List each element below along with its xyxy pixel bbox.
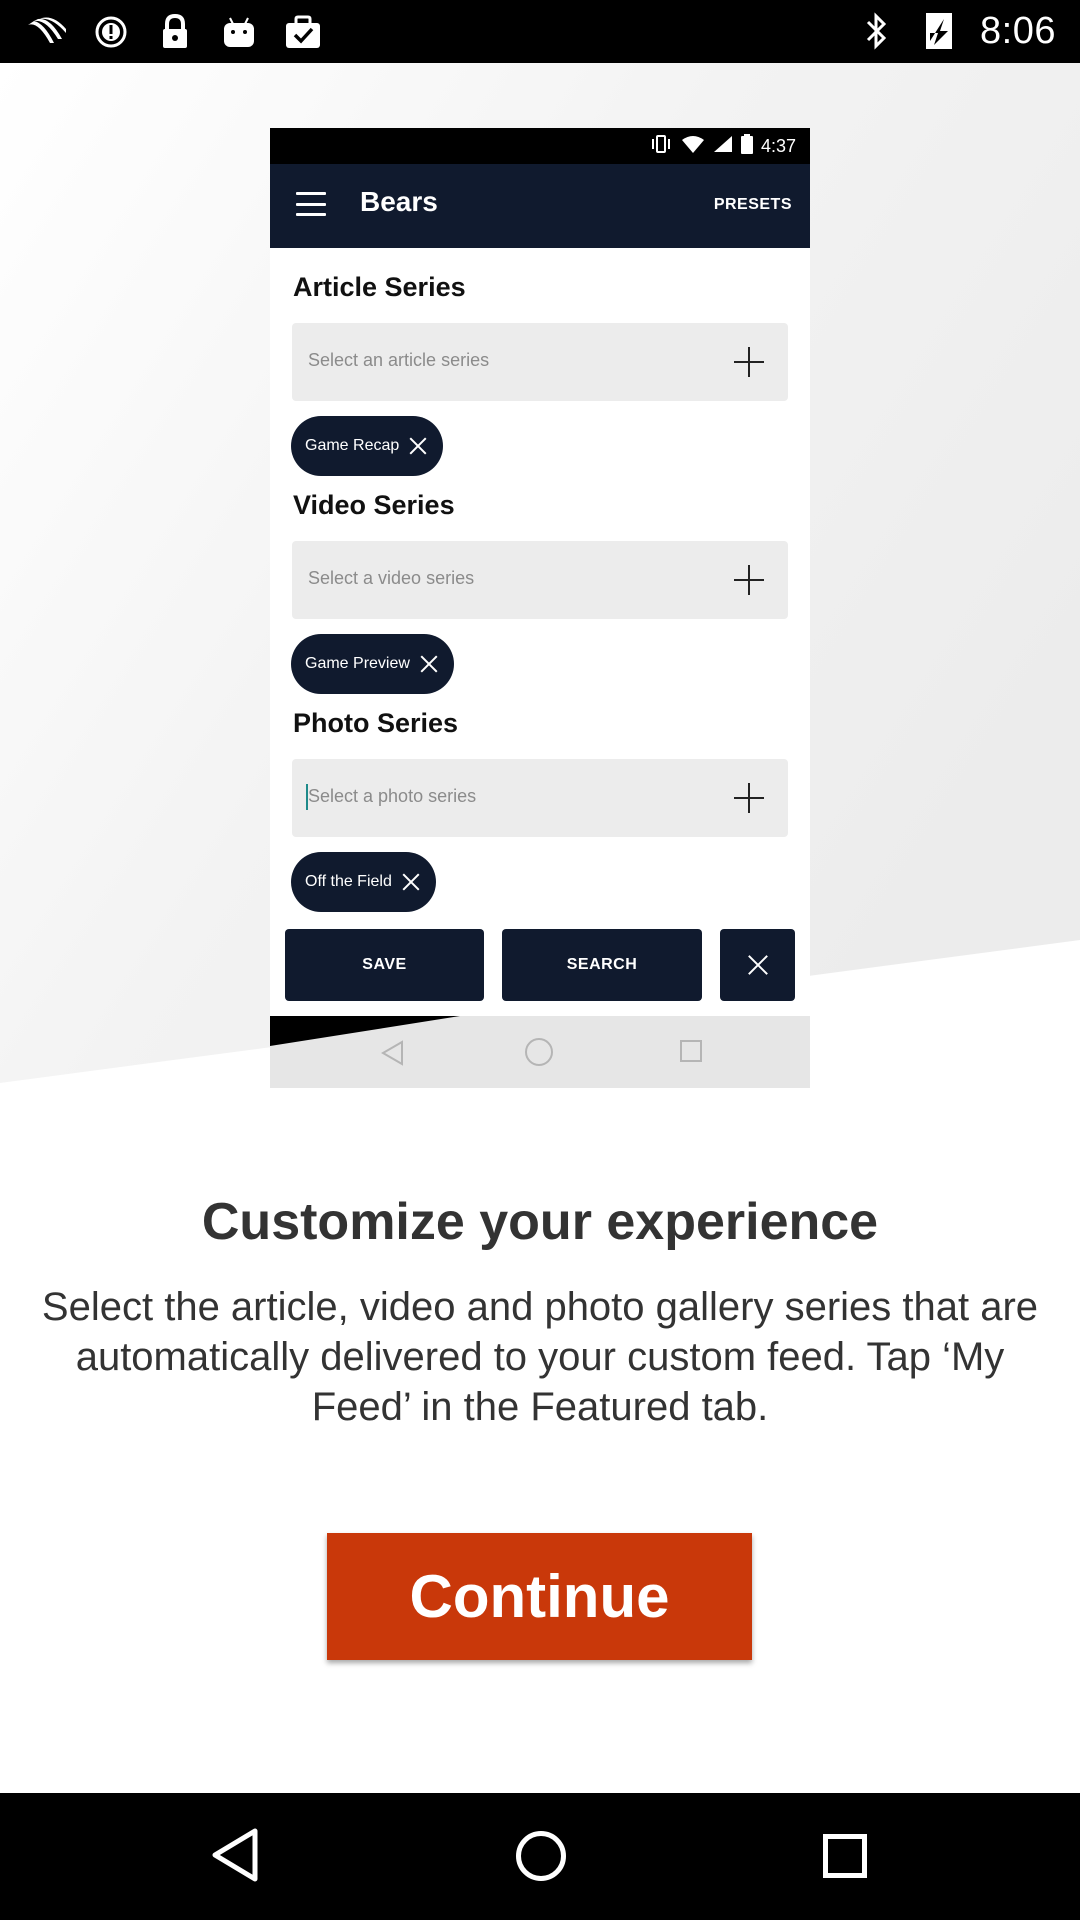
bluetooth-icon [856, 10, 898, 52]
video-series-field: Select a video series [292, 541, 788, 619]
android-icon [218, 11, 260, 53]
page-title: Customize your experience [201, 1193, 879, 1251]
article-series-field: Select an article series [292, 323, 788, 401]
preview-app-bar: Bears PRESETS [270, 164, 810, 248]
field-placeholder: Select an article series [308, 350, 490, 370]
section-title-article: Article Series [293, 272, 466, 302]
recent-apps-icon[interactable] [823, 1834, 867, 1878]
system-nav-bar [0, 1793, 1080, 1920]
preview-navbar-shadow [270, 1016, 460, 1046]
preview-screenshot: 4:37 Bears PRESETS Article Series Select… [270, 128, 810, 1088]
back-icon[interactable] [210, 1827, 260, 1888]
section-title-video: Video Series [293, 490, 455, 520]
wifi-icon [681, 135, 705, 158]
chip-label: Game Preview [305, 655, 410, 672]
chip-off-the-field: Off the Field [291, 852, 436, 912]
photo-series-field: Select a photo series [292, 759, 788, 837]
chip-label: Off the Field [305, 873, 392, 890]
network-icon [918, 10, 960, 52]
chip-game-preview: Game Preview [291, 634, 454, 694]
plus-icon [732, 563, 766, 597]
page-description: Select the article, video and photo gall… [41, 1285, 1039, 1429]
fan-icon [26, 11, 68, 53]
plus-icon [732, 781, 766, 815]
system-icons: 8:06 [856, 8, 1056, 54]
vibrate-icon [649, 134, 673, 158]
clock: 8:06 [980, 9, 1056, 52]
preview-status-bar: 4:37 [270, 128, 810, 164]
continue-button[interactable]: Continue [327, 1533, 752, 1660]
preview-title: Bears [360, 186, 438, 217]
plus-icon [732, 345, 766, 379]
close-icon [409, 437, 427, 455]
status-bar: 8:06 [0, 0, 1080, 63]
menu-icon [296, 192, 326, 216]
close-icon [420, 655, 438, 673]
presets-label: PRESETS [713, 196, 792, 213]
signal-icon [713, 135, 733, 158]
close-icon [402, 873, 420, 891]
field-placeholder: Select a photo series [308, 786, 477, 806]
field-placeholder: Select a video series [308, 568, 475, 588]
notification-icons [26, 10, 324, 54]
battery-icon [740, 133, 753, 159]
lock-icon [154, 11, 196, 53]
chip-game-recap: Game Recap [291, 416, 444, 476]
alert-icon [90, 11, 132, 53]
preview-time: 4:37 [760, 135, 796, 156]
chip-label: Game Recap [305, 437, 400, 454]
clipboard-check-icon [282, 11, 324, 53]
section-title-photo: Photo Series [293, 708, 459, 738]
home-icon[interactable] [516, 1831, 566, 1881]
